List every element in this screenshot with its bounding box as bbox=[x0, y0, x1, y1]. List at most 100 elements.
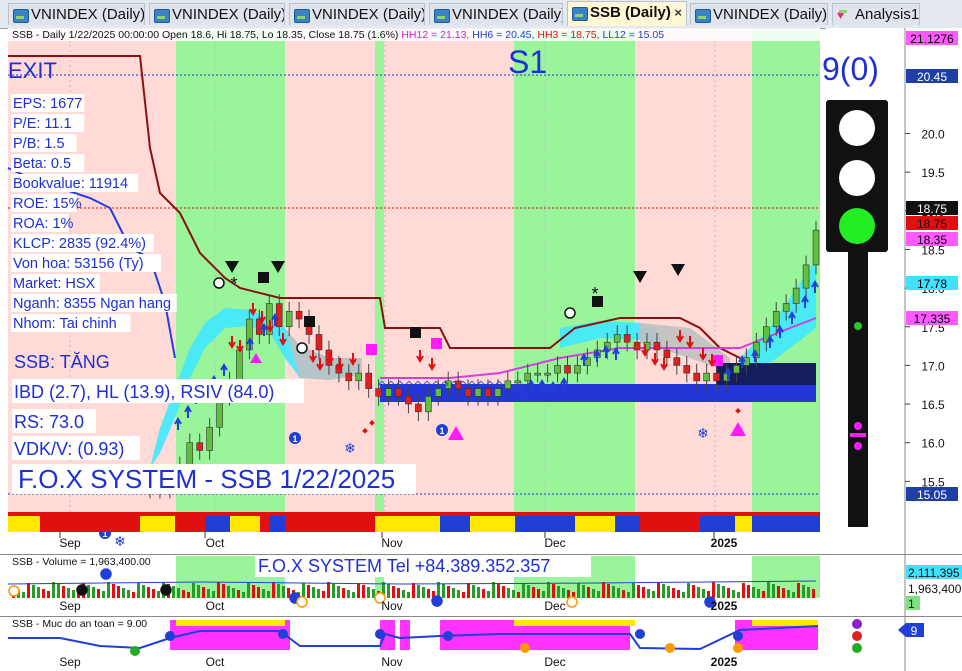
candle-body bbox=[375, 388, 382, 397]
tab-5[interactable]: VNINDEX (Daily) bbox=[690, 3, 828, 25]
candle-body bbox=[415, 403, 422, 413]
vol-bar bbox=[657, 582, 660, 598]
zone-5 bbox=[514, 30, 635, 512]
s1-label: S1 bbox=[508, 44, 547, 80]
status-label: SSB: TĂNG bbox=[14, 352, 110, 372]
traffic-light-off-2 bbox=[839, 160, 875, 196]
volume-chart[interactable]: SSB - Volume = 1,963,400.00 F.O.X SYSTEM … bbox=[0, 554, 962, 616]
candle-body bbox=[484, 388, 492, 397]
tab-3[interactable]: VNINDEX (Daily) bbox=[429, 3, 563, 25]
vol-bar bbox=[602, 582, 605, 598]
candle-body bbox=[494, 388, 502, 397]
candle-body bbox=[285, 310, 293, 328]
vol-bar bbox=[392, 586, 395, 598]
vol-bar bbox=[482, 589, 485, 598]
strip-seg-10 bbox=[440, 516, 470, 532]
candle-body bbox=[534, 372, 541, 376]
candle-body bbox=[236, 349, 243, 382]
strip-seg-9 bbox=[375, 516, 440, 532]
vol-bar bbox=[112, 584, 115, 598]
vol-bar bbox=[757, 589, 760, 598]
vol-bar bbox=[662, 584, 665, 598]
vol-marker-7 bbox=[431, 595, 443, 607]
strip-seg-16 bbox=[700, 516, 735, 532]
vol-bar bbox=[142, 585, 145, 598]
tab-6[interactable]: ♥ Analysis1 bbox=[832, 3, 920, 25]
price-tag: 18.75 bbox=[917, 202, 947, 216]
vol-bar bbox=[752, 587, 755, 598]
snowflake-marker-0: ❄ bbox=[344, 440, 356, 456]
vol-bar bbox=[517, 592, 520, 598]
tab-4[interactable]: SSB (Daily) × bbox=[567, 1, 687, 26]
vol-bar bbox=[767, 582, 770, 598]
main-price-chart[interactable]: 111**❄❄❄ 20.019.519.018.518.017.517.016.… bbox=[0, 28, 962, 554]
vol-bar bbox=[52, 582, 55, 598]
vol-bar bbox=[777, 586, 780, 598]
price-tag: 18.35 bbox=[917, 233, 947, 247]
snowflake-marker-2: ❄ bbox=[114, 533, 126, 549]
vol-bar bbox=[672, 588, 675, 598]
fundamental-item: EPS: 1677 bbox=[13, 96, 82, 112]
fundamental-item: Beta: 0.5 bbox=[13, 156, 71, 172]
vol-bar bbox=[497, 584, 500, 598]
vol-bar bbox=[737, 592, 740, 598]
tab-2[interactable]: VNINDEX (Daily) bbox=[289, 3, 425, 25]
candle-body bbox=[434, 388, 442, 397]
vol-bar bbox=[467, 583, 470, 598]
vol-bar bbox=[557, 586, 560, 598]
safety-level-chart[interactable]: SSB - Muc do an toan = 9.00 9 Sep Oct Nov Dec… bbox=[0, 616, 962, 671]
vol-tag: 2,111,395 bbox=[908, 566, 960, 580]
candle-body bbox=[504, 380, 512, 389]
candle-body bbox=[345, 372, 353, 382]
blue-circle-label-0: 1 bbox=[292, 434, 297, 444]
vol-bar bbox=[37, 587, 40, 598]
magenta-square-0 bbox=[366, 344, 377, 355]
vol-bar bbox=[682, 592, 685, 598]
vol-bar bbox=[302, 583, 305, 598]
chart-icon bbox=[572, 7, 588, 21]
month-label: Oct bbox=[206, 536, 225, 550]
tab-label: VNINDEX (Daily) bbox=[31, 6, 145, 23]
chart-icon bbox=[294, 9, 310, 23]
vol-bar bbox=[117, 586, 120, 598]
strip-seg-3 bbox=[175, 516, 205, 532]
candle-body bbox=[683, 365, 691, 374]
mda-top-2 bbox=[752, 620, 818, 626]
vol-bar bbox=[512, 590, 515, 598]
vol-bar bbox=[587, 587, 590, 598]
vol-bar bbox=[227, 586, 230, 598]
mda-tag: 9 bbox=[911, 624, 918, 638]
vol-bar bbox=[477, 587, 480, 598]
vol-bar bbox=[252, 585, 255, 598]
mda-month-label: Nov bbox=[381, 655, 402, 669]
vol-bar bbox=[32, 585, 35, 598]
vol-bar bbox=[542, 591, 545, 598]
header-part: SSB - Daily 1/22/2025 00:00:00 Open 18.6… bbox=[12, 29, 398, 41]
rs-label: RS: 73.0 bbox=[14, 412, 84, 432]
pole-bar-magenta bbox=[850, 433, 866, 437]
vol-bar bbox=[712, 582, 715, 598]
pole-dot-magenta-1 bbox=[854, 422, 862, 430]
vol-bar bbox=[452, 588, 455, 598]
vol-bar bbox=[487, 591, 490, 598]
close-icon[interactable]: × bbox=[674, 2, 682, 24]
axis-tick-label: 16.5 bbox=[921, 398, 945, 412]
vol-bar bbox=[617, 588, 620, 598]
vol-bar bbox=[622, 590, 625, 598]
candle-body bbox=[693, 372, 701, 382]
candle-body bbox=[733, 365, 740, 374]
vol-bar bbox=[357, 583, 360, 598]
tel-label: F.O.X SYSTEM Tel +84.389.352.357 bbox=[258, 556, 550, 576]
traffic-light-green bbox=[839, 208, 875, 244]
vol-marker-5 bbox=[296, 596, 308, 608]
vol-bar bbox=[277, 584, 280, 598]
candle-body bbox=[772, 310, 780, 328]
vol-bar bbox=[62, 586, 65, 598]
vol-bar bbox=[332, 584, 335, 598]
month-label: Sep bbox=[59, 536, 81, 550]
tab-1[interactable]: VNINDEX (Daily) bbox=[149, 3, 285, 25]
tab-0[interactable]: VNINDEX (Daily) bbox=[8, 3, 145, 25]
open-circle-1 bbox=[564, 307, 576, 319]
vol-bar bbox=[362, 585, 365, 598]
vol-bar bbox=[137, 583, 140, 598]
